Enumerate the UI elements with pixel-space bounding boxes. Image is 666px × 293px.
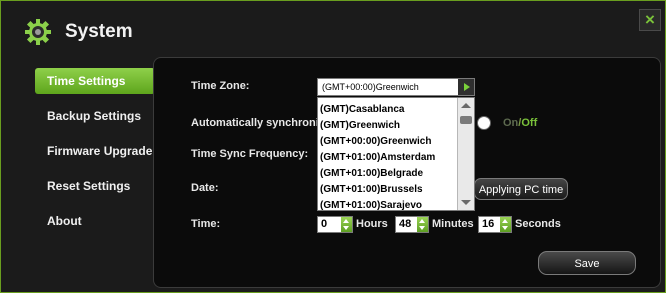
- timezone-option[interactable]: (GMT)Casablanca: [318, 102, 458, 118]
- hours-spin-icon[interactable]: [341, 217, 352, 232]
- hours-unit: Hours: [356, 218, 388, 230]
- gear-icon: [25, 19, 51, 45]
- timezone-option[interactable]: (GMT+01:00)Sarajevo: [318, 198, 458, 210]
- sidebar-item-time-settings[interactable]: Time Settings: [35, 68, 155, 94]
- timezone-option[interactable]: (GMT+00:00)Greenwich: [318, 134, 458, 150]
- toggle-on-label: On: [503, 117, 519, 129]
- scroll-down-icon[interactable]: [461, 200, 471, 205]
- title-bar: System ×: [1, 1, 665, 55]
- sidebar-item-backup-settings[interactable]: Backup Settings: [35, 103, 155, 129]
- auto-sync-label: Automatically synchroniz: [191, 117, 325, 129]
- scroll-thumb[interactable]: [460, 116, 472, 124]
- time-label: Time:: [191, 218, 221, 230]
- apply-pc-time-button[interactable]: Applying PC time: [474, 178, 568, 200]
- timezone-label: Time Zone:: [191, 80, 250, 92]
- minutes-value: 48: [399, 218, 412, 230]
- timezone-option[interactable]: (GMT+01:00)Belgrade: [318, 166, 458, 182]
- system-window: System × Time Settings Backup Settings F…: [0, 0, 666, 293]
- sidebar-item-reset-settings[interactable]: Reset Settings: [35, 173, 155, 199]
- toggle-off-label: Off: [521, 117, 538, 129]
- minutes-stepper[interactable]: 48: [395, 216, 429, 233]
- auto-sync-state: On/Off: [503, 117, 537, 129]
- scroll-up-icon[interactable]: [461, 103, 471, 108]
- timezone-option[interactable]: (GMT+01:00)Amsterdam: [318, 150, 458, 166]
- dropdown-scrollbar[interactable]: [457, 98, 474, 210]
- seconds-spin-icon[interactable]: [500, 217, 511, 232]
- close-icon[interactable]: ×: [639, 9, 661, 31]
- hours-value: 0: [321, 218, 328, 230]
- dropdown-arrow-icon[interactable]: [458, 79, 474, 95]
- seconds-value: 16: [482, 218, 495, 230]
- sidebar-item-about[interactable]: About: [35, 208, 155, 234]
- timezone-select[interactable]: (GMT+00:00)Greenwich: [317, 78, 475, 96]
- window-title: System: [65, 21, 133, 42]
- seconds-stepper[interactable]: 16: [478, 216, 512, 233]
- time-settings-panel: Time Zone: (GMT+00:00)Greenwich Automati…: [153, 57, 661, 288]
- timezone-selected-value: (GMT+00:00)Greenwich: [322, 82, 419, 92]
- timezone-dropdown-list: (GMT)Casablanca (GMT)Greenwich (GMT+00:0…: [317, 97, 475, 211]
- auto-sync-toggle[interactable]: [477, 116, 491, 130]
- hours-stepper[interactable]: 0: [317, 216, 353, 233]
- timezone-option[interactable]: (GMT+01:00)Brussels: [318, 182, 458, 198]
- date-label: Date:: [191, 182, 219, 194]
- minutes-spin-icon[interactable]: [417, 217, 428, 232]
- minutes-unit: Minutes: [432, 218, 474, 230]
- sidebar-item-firmware-upgrade[interactable]: Firmware Upgrade: [35, 138, 155, 164]
- seconds-unit: Seconds: [515, 218, 561, 230]
- sync-frequency-label: Time Sync Frequency:: [191, 148, 309, 160]
- save-button[interactable]: Save: [538, 251, 636, 275]
- timezone-option[interactable]: (GMT)Greenwich: [318, 118, 458, 134]
